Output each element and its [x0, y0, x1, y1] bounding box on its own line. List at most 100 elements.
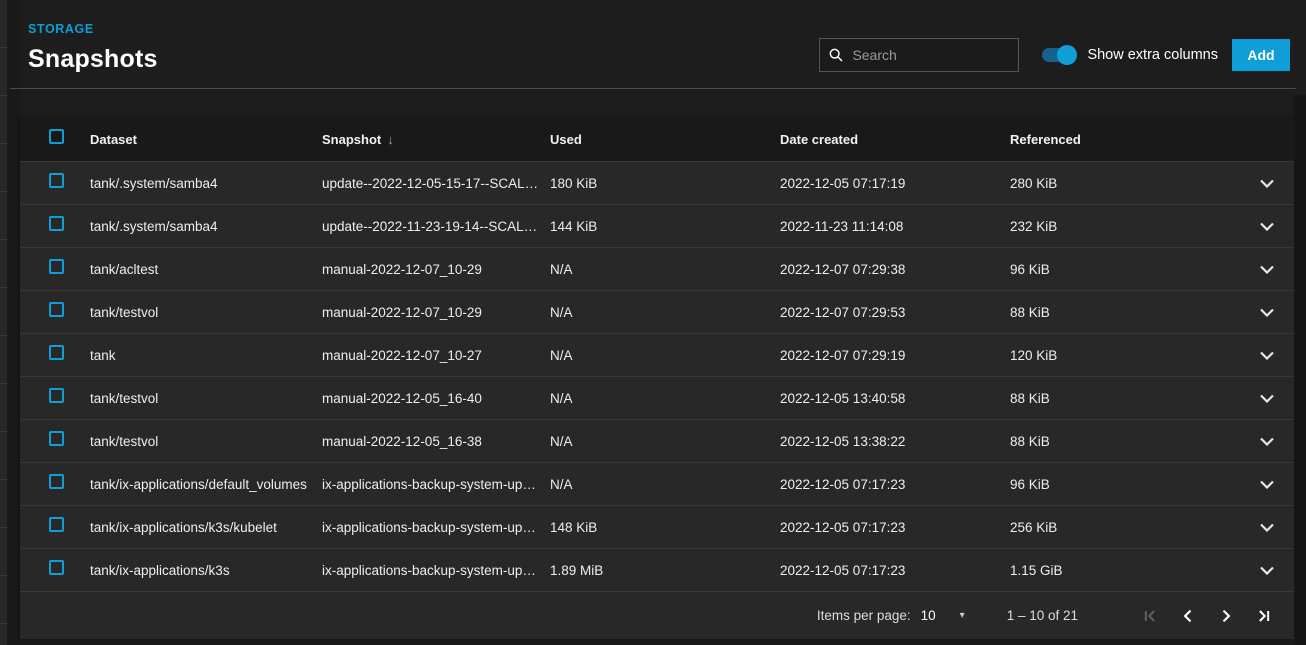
table-row[interactable]: tank/testvol manual-2022-12-05_16-40 N/A…	[20, 376, 1294, 419]
table-row[interactable]: tank/.system/samba4 update--2022-11-23-1…	[20, 204, 1294, 247]
table-row[interactable]: tank/ix-applications/k3s ix-applications…	[20, 548, 1294, 591]
row-checkbox-cell	[20, 560, 90, 580]
cell-used: N/A	[550, 262, 780, 277]
dropdown-arrow-icon: ▾	[960, 610, 965, 621]
expand-row-button[interactable]	[1240, 351, 1294, 360]
cell-snapshot: update--2022-12-05-15-17--SCALE-2…	[322, 176, 550, 191]
cell-snapshot: manual-2022-12-07_10-29	[322, 305, 550, 320]
expand-row-button[interactable]	[1240, 523, 1294, 532]
expand-row-button[interactable]	[1240, 394, 1294, 403]
page-header: STORAGE Snapshots	[28, 20, 158, 74]
cell-referenced: 280 KiB	[1010, 176, 1240, 191]
first-page-button[interactable]	[1138, 604, 1162, 628]
row-checkbox[interactable]	[49, 345, 64, 360]
table-row[interactable]: tank/ix-applications/default_volumes ix-…	[20, 462, 1294, 505]
chevron-down-icon	[1260, 437, 1274, 446]
table-row[interactable]: tank/.system/samba4 update--2022-12-05-1…	[20, 161, 1294, 204]
cell-dataset: tank/testvol	[90, 305, 322, 320]
collapsed-sidebar[interactable]	[0, 0, 7, 645]
cell-dataset: tank/acltest	[90, 262, 322, 277]
previous-page-button[interactable]	[1176, 604, 1200, 628]
expand-row-button[interactable]	[1240, 566, 1294, 575]
toggle-label[interactable]: Show extra columns	[1087, 47, 1218, 63]
cell-dataset: tank/.system/samba4	[90, 176, 322, 191]
cell-used: N/A	[550, 434, 780, 449]
column-header-date-created[interactable]: Date created	[780, 132, 1010, 147]
chevron-down-icon	[1260, 566, 1274, 575]
cell-snapshot: manual-2022-12-05_16-40	[322, 391, 550, 406]
toggle-switch[interactable]	[1041, 45, 1077, 65]
cell-snapshot: ix-applications-backup-system-updat…	[322, 477, 550, 492]
show-extra-columns-toggle-wrap[interactable]: Show extra columns	[1041, 45, 1218, 65]
expand-row-button[interactable]	[1240, 308, 1294, 317]
search-box[interactable]	[819, 38, 1019, 72]
row-checkbox[interactable]	[49, 216, 64, 231]
expand-row-button[interactable]	[1240, 222, 1294, 231]
chevron-down-icon	[1260, 308, 1274, 317]
cell-date-created: 2022-12-05 07:17:23	[780, 520, 1010, 535]
cell-snapshot: ix-applications-backup-system-updat…	[322, 563, 550, 578]
table-row[interactable]: tank/testvol manual-2022-12-07_10-29 N/A…	[20, 290, 1294, 333]
cell-date-created: 2022-12-05 07:17:23	[780, 477, 1010, 492]
row-checkbox[interactable]	[49, 517, 64, 532]
cell-dataset: tank	[90, 348, 322, 363]
header-checkbox-cell	[20, 129, 90, 149]
cell-date-created: 2022-12-05 13:38:22	[780, 434, 1010, 449]
row-checkbox[interactable]	[49, 302, 64, 317]
expand-row-button[interactable]	[1240, 265, 1294, 274]
row-checkbox[interactable]	[49, 474, 64, 489]
row-checkbox-cell	[20, 474, 90, 494]
table-row[interactable]: tank/acltest manual-2022-12-07_10-29 N/A…	[20, 247, 1294, 290]
items-per-page-select[interactable]: 10 ▾	[921, 608, 965, 623]
row-checkbox-cell	[20, 173, 90, 193]
expand-row-button[interactable]	[1240, 179, 1294, 188]
column-header-dataset[interactable]: Dataset	[90, 132, 322, 147]
cell-snapshot: ix-applications-backup-system-updat…	[322, 520, 550, 535]
right-edge-strip	[1294, 95, 1306, 645]
header-divider	[10, 88, 1296, 89]
table-row[interactable]: tank/ix-applications/k3s/kubelet ix-appl…	[20, 505, 1294, 548]
last-page-button[interactable]	[1252, 604, 1276, 628]
column-header-snapshot[interactable]: Snapshot↓	[322, 132, 550, 147]
row-checkbox[interactable]	[49, 388, 64, 403]
cell-date-created: 2022-12-07 07:29:19	[780, 348, 1010, 363]
chevron-right-icon	[1216, 606, 1236, 626]
row-checkbox[interactable]	[49, 560, 64, 575]
expand-row-button[interactable]	[1240, 480, 1294, 489]
items-per-page-value: 10	[921, 608, 936, 623]
select-all-checkbox[interactable]	[49, 129, 64, 144]
chevron-down-icon	[1260, 480, 1274, 489]
row-checkbox-cell	[20, 517, 90, 537]
cell-date-created: 2022-12-05 13:40:58	[780, 391, 1010, 406]
cell-used: N/A	[550, 391, 780, 406]
cell-snapshot: update--2022-11-23-19-14--SCALE-2…	[322, 219, 550, 234]
cell-dataset: tank/ix-applications/k3s	[90, 563, 322, 578]
paginator: Items per page: 10 ▾ 1 – 10 of 21	[817, 604, 1276, 628]
cell-referenced: 120 KiB	[1010, 348, 1240, 363]
search-input[interactable]	[852, 47, 1012, 63]
add-button[interactable]: Add	[1232, 39, 1290, 71]
row-checkbox[interactable]	[49, 431, 64, 446]
chevron-down-icon	[1260, 265, 1274, 274]
search-icon	[828, 47, 844, 63]
expand-row-button[interactable]	[1240, 437, 1294, 446]
cell-referenced: 88 KiB	[1010, 434, 1240, 449]
table-header-row: Dataset Snapshot↓ Used Date created Refe…	[20, 117, 1294, 161]
breadcrumb-storage[interactable]: STORAGE	[28, 22, 94, 36]
cell-used: 144 KiB	[550, 219, 780, 234]
cell-referenced: 88 KiB	[1010, 305, 1240, 320]
column-header-referenced[interactable]: Referenced	[1010, 132, 1240, 147]
next-page-button[interactable]	[1214, 604, 1238, 628]
cell-date-created: 2022-11-23 11:14:08	[780, 219, 1010, 234]
toolbar: Show extra columns Add	[819, 38, 1290, 72]
left-gutter	[7, 0, 20, 645]
row-checkbox[interactable]	[49, 173, 64, 188]
cell-dataset: tank/ix-applications/k3s/kubelet	[90, 520, 322, 535]
cell-referenced: 96 KiB	[1010, 477, 1240, 492]
toggle-thumb	[1057, 45, 1077, 65]
column-header-used[interactable]: Used	[550, 132, 780, 147]
table-row[interactable]: tank manual-2022-12-07_10-27 N/A 2022-12…	[20, 333, 1294, 376]
table-row[interactable]: tank/testvol manual-2022-12-05_16-38 N/A…	[20, 419, 1294, 462]
row-checkbox-cell	[20, 431, 90, 451]
row-checkbox[interactable]	[49, 259, 64, 274]
